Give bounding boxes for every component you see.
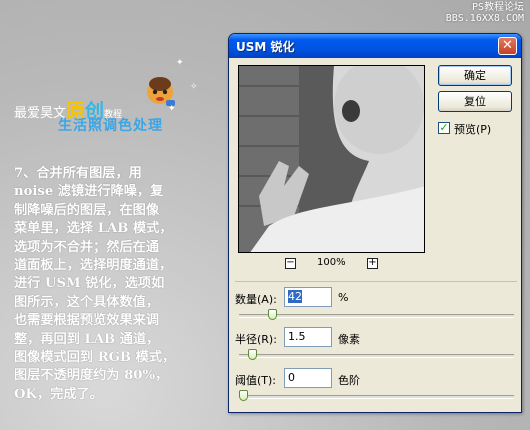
threshold-slider-thumb[interactable]: [239, 390, 248, 401]
close-icon: ✕: [502, 38, 513, 53]
amount-slider-thumb[interactable]: [268, 309, 278, 320]
zoom-level: 100%: [317, 257, 346, 268]
usm-sharpen-dialog: USM 锐化 ✕ − 100% + 确定 复位 ✓ 预览(P) 数量(A): 4…: [228, 33, 522, 413]
tutorial-step-text: 7、合并所有图层，用 noise 滤镜进行降噪，复 制降噪后的图层，在图像 菜单…: [14, 166, 176, 402]
sparkle-icon: ✦: [176, 58, 184, 68]
radius-unit: 像素: [338, 333, 360, 346]
dialog-title: USM 锐化: [236, 40, 295, 54]
threshold-input[interactable]: 0: [284, 368, 332, 388]
threshold-value: 0: [288, 371, 295, 384]
radius-input[interactable]: 1.5: [284, 327, 332, 347]
reset-button[interactable]: 复位: [438, 91, 512, 112]
plus-icon: +: [368, 257, 377, 268]
watermark-line-1: PS教程论坛: [471, 2, 524, 13]
sparkle-icon: ✧: [190, 82, 198, 92]
threshold-unit: 色阶: [338, 374, 360, 387]
preview-checkbox[interactable]: ✓: [438, 122, 450, 134]
amount-label: 数量(A):: [235, 293, 277, 306]
radius-label: 半径(R):: [235, 333, 277, 346]
amount-unit: %: [338, 291, 349, 304]
preview-photo: [239, 66, 424, 252]
amount-value: 42: [288, 290, 302, 303]
radius-slider[interactable]: [239, 354, 514, 358]
sparkle-icon: ✦: [168, 104, 176, 114]
mascot-icon: [147, 77, 175, 106]
threshold-label: 阈值(T):: [235, 374, 277, 387]
zoom-in-button[interactable]: +: [367, 258, 378, 269]
preview-image[interactable]: [238, 65, 425, 253]
divider: [235, 281, 517, 282]
radius-value: 1.5: [288, 330, 306, 343]
preview-checkbox-label[interactable]: 预览(P): [454, 121, 491, 137]
dialog-titlebar[interactable]: USM 锐化 ✕: [229, 34, 521, 58]
radius-slider-thumb[interactable]: [248, 349, 258, 360]
checkmark-icon: ✓: [439, 121, 449, 134]
amount-input[interactable]: 42: [284, 287, 332, 307]
watermark-line-2: BBS.16XX8.COM: [445, 13, 524, 24]
zoom-out-button[interactable]: −: [285, 258, 296, 269]
close-button[interactable]: ✕: [498, 37, 517, 55]
ok-button[interactable]: 确定: [438, 65, 512, 86]
site-watermark: PS教程论坛 BBS.16XX8.COM: [446, 2, 524, 24]
amount-slider[interactable]: [239, 314, 514, 318]
threshold-slider[interactable]: [239, 395, 514, 399]
tutorial-subtitle: 生活照调色处理: [58, 118, 163, 134]
minus-icon: −: [286, 257, 295, 268]
